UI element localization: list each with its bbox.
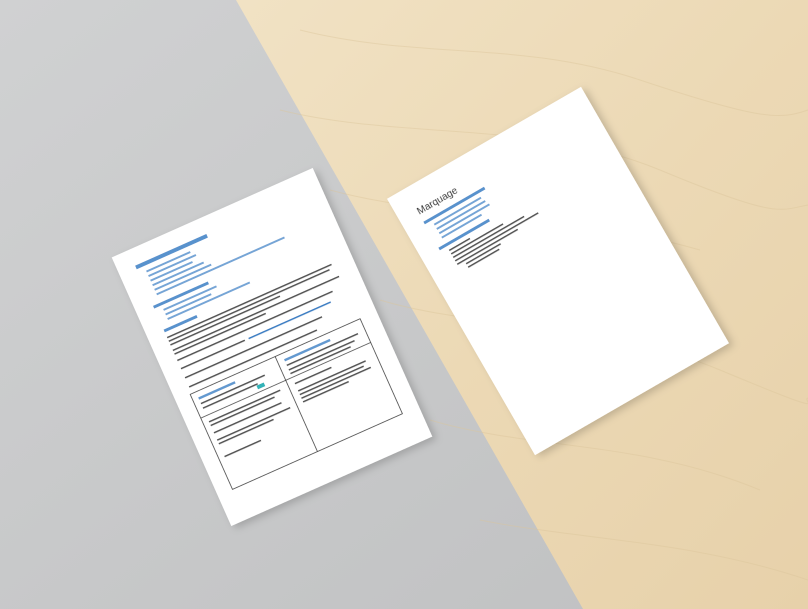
photo-scene: Marquage — [0, 0, 808, 609]
